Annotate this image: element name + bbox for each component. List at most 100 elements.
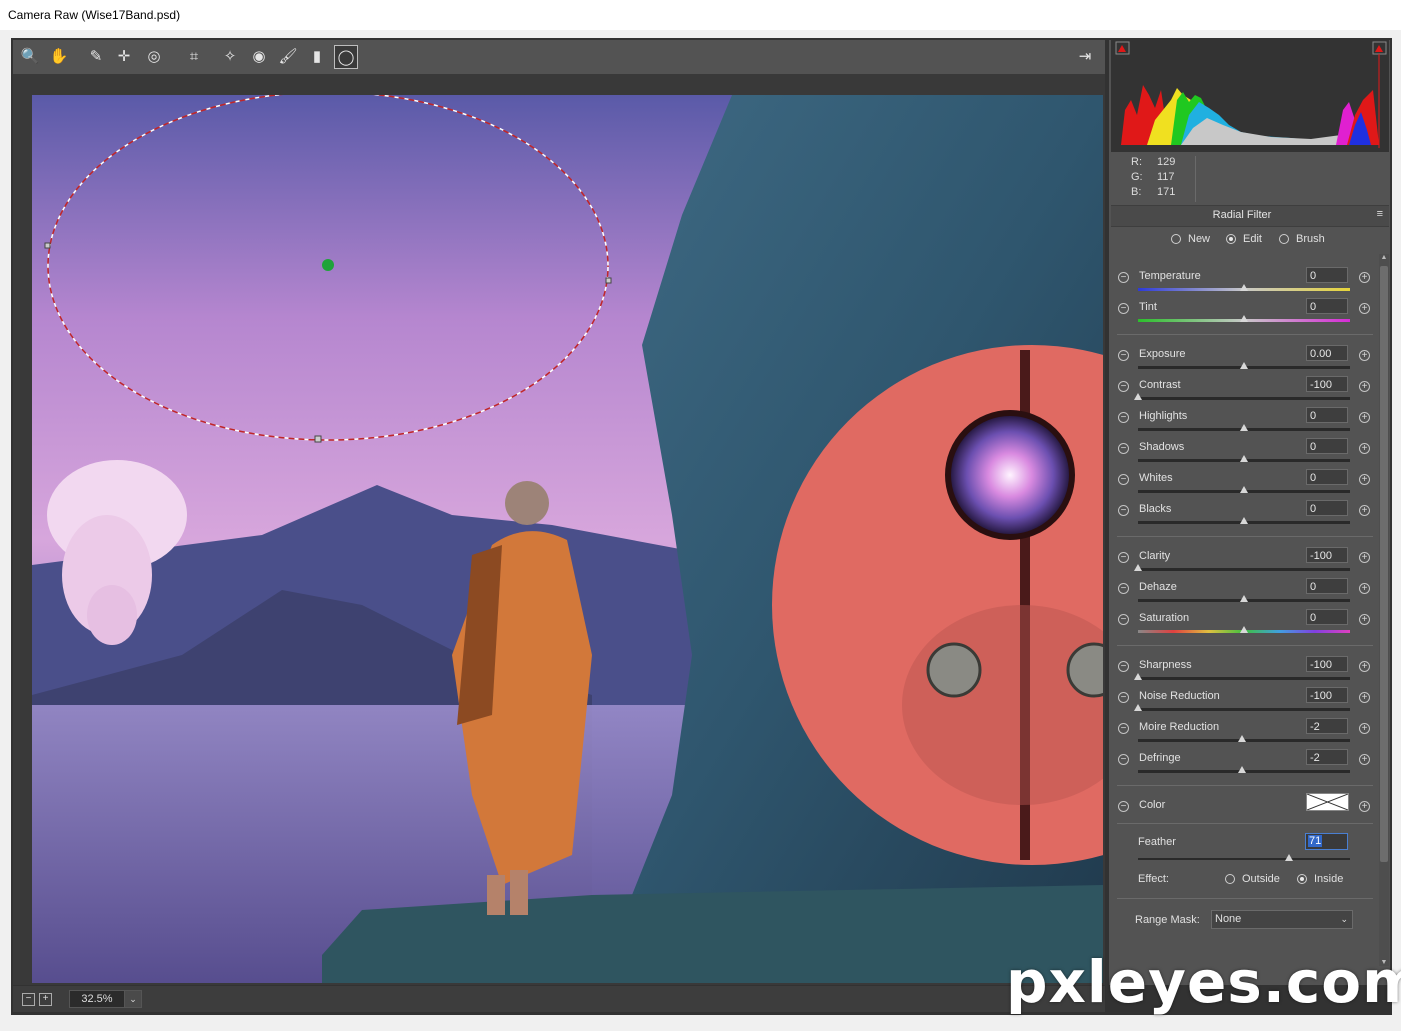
plus-icon[interactable]: + <box>1359 381 1370 392</box>
plus-icon[interactable]: + <box>1359 583 1370 594</box>
feather-slider-thumb[interactable] <box>1284 854 1293 861</box>
slider-value-field[interactable]: 0 <box>1306 500 1348 516</box>
zoom-in-button[interactable]: + <box>39 993 52 1006</box>
minus-icon[interactable]: − <box>1118 272 1129 283</box>
mode-brush-radio[interactable] <box>1279 234 1289 244</box>
plus-icon[interactable]: + <box>1359 505 1370 516</box>
scroll-up-icon[interactable]: ▲ <box>1379 254 1389 261</box>
plus-icon[interactable]: + <box>1359 272 1370 283</box>
mode-brush-label[interactable]: Brush <box>1296 233 1325 245</box>
export-icon[interactable]: ⇥ <box>1073 45 1097 69</box>
slider-thumb[interactable] <box>1134 704 1142 711</box>
feather-track[interactable] <box>1138 858 1350 860</box>
slider-thumb[interactable] <box>1134 393 1142 400</box>
color-sampler-tool-icon[interactable]: ✛ <box>112 45 136 69</box>
radial-filter-tool-icon[interactable]: ◯ <box>334 45 358 69</box>
slider-thumb[interactable] <box>1240 424 1248 431</box>
slider-value-field[interactable]: 0 <box>1306 298 1348 314</box>
graduated-filter-tool-icon[interactable]: ▮ <box>305 45 329 69</box>
slider-value-field[interactable]: -100 <box>1306 547 1348 563</box>
slider-value-field[interactable]: -100 <box>1306 687 1348 703</box>
slider-track[interactable] <box>1138 708 1350 711</box>
feather-input[interactable]: 71 <box>1305 833 1348 850</box>
mode-new-label[interactable]: New <box>1188 233 1210 245</box>
transform-tool-icon[interactable]: ⌗ <box>182 45 206 69</box>
slider-thumb[interactable] <box>1134 673 1142 680</box>
effect-outside-radio[interactable] <box>1225 874 1235 884</box>
effect-outside-label[interactable]: Outside <box>1242 873 1280 885</box>
minus-icon[interactable]: − <box>1118 614 1129 625</box>
minus-icon[interactable]: − <box>1118 381 1129 392</box>
minus-icon[interactable]: − <box>1118 723 1129 734</box>
minus-icon[interactable]: − <box>1118 443 1129 454</box>
panel-menu-icon[interactable]: ≡ <box>1377 208 1383 220</box>
plus-icon[interactable]: + <box>1359 350 1370 361</box>
panel-scrollbar[interactable]: ▲ ▼ <box>1379 254 1389 966</box>
minus-icon[interactable]: − <box>1118 754 1129 765</box>
plus-icon[interactable]: + <box>1359 692 1370 703</box>
minus-icon[interactable]: − <box>1118 505 1129 516</box>
slider-value-field[interactable]: 0.00 <box>1306 345 1348 361</box>
white-balance-tool-icon[interactable]: ✎ <box>84 45 108 69</box>
minus-icon[interactable]: − <box>1118 412 1129 423</box>
slider-thumb[interactable] <box>1237 735 1246 742</box>
color-minus-icon[interactable]: − <box>1118 801 1129 812</box>
color-plus-icon[interactable]: + <box>1359 801 1370 812</box>
minus-icon[interactable]: − <box>1118 350 1129 361</box>
mode-edit-label[interactable]: Edit <box>1243 233 1262 245</box>
plus-icon[interactable]: + <box>1359 412 1370 423</box>
slider-value-field[interactable]: -2 <box>1306 718 1348 734</box>
red-eye-tool-icon[interactable]: ◉ <box>247 45 271 69</box>
plus-icon[interactable]: + <box>1359 723 1370 734</box>
scrollbar-thumb[interactable] <box>1380 266 1388 862</box>
color-swatch[interactable] <box>1306 793 1349 811</box>
adjustment-brush-tool-icon[interactable]: 🖌 <box>276 45 300 69</box>
plus-icon[interactable]: + <box>1359 661 1370 672</box>
spot-removal-tool-icon[interactable]: ✧ <box>218 45 242 69</box>
slider-thumb[interactable] <box>1240 284 1248 291</box>
mode-edit-radio[interactable] <box>1226 234 1236 244</box>
slider-thumb[interactable] <box>1134 564 1142 571</box>
plus-icon[interactable]: + <box>1359 443 1370 454</box>
slider-value-field[interactable]: 0 <box>1306 438 1348 454</box>
slider-value-field[interactable]: 0 <box>1306 267 1348 283</box>
slider-track[interactable] <box>1138 397 1350 400</box>
minus-icon[interactable]: − <box>1118 474 1129 485</box>
slider-thumb[interactable] <box>1240 517 1248 524</box>
slider-track[interactable] <box>1138 677 1350 680</box>
hand-tool-icon[interactable]: ✋ <box>47 45 71 69</box>
minus-icon[interactable]: − <box>1118 583 1129 594</box>
effect-inside-label[interactable]: Inside <box>1314 873 1343 885</box>
slider-value-field[interactable]: -2 <box>1306 749 1348 765</box>
minus-icon[interactable]: − <box>1118 552 1129 563</box>
zoom-tool-icon[interactable]: 🔍 <box>18 45 42 69</box>
slider-thumb[interactable] <box>1240 626 1248 633</box>
slider-thumb[interactable] <box>1240 486 1248 493</box>
slider-value-field[interactable]: -100 <box>1306 376 1348 392</box>
plus-icon[interactable]: + <box>1359 754 1370 765</box>
zoom-dropdown-button[interactable]: ⌄ <box>124 990 142 1008</box>
slider-thumb[interactable] <box>1240 362 1248 369</box>
effect-inside-radio[interactable] <box>1297 874 1307 884</box>
plus-icon[interactable]: + <box>1359 474 1370 485</box>
slider-thumb[interactable] <box>1240 315 1248 322</box>
range-mask-select[interactable]: None ⌄ <box>1211 910 1353 929</box>
slider-value-field[interactable]: 0 <box>1306 578 1348 594</box>
preview-image[interactable] <box>32 95 1103 983</box>
plus-icon[interactable]: + <box>1359 303 1370 314</box>
slider-track[interactable] <box>1138 568 1350 571</box>
mode-new-radio[interactable] <box>1171 234 1181 244</box>
slider-value-field[interactable]: 0 <box>1306 609 1348 625</box>
zoom-level-field[interactable]: 32.5% <box>69 990 125 1008</box>
slider-thumb[interactable] <box>1240 595 1248 602</box>
slider-value-field[interactable]: 0 <box>1306 469 1348 485</box>
slider-thumb[interactable] <box>1237 766 1246 773</box>
slider-thumb[interactable] <box>1240 455 1248 462</box>
minus-icon[interactable]: − <box>1118 661 1129 672</box>
targeted-adjustment-tool-icon[interactable]: ◎ <box>142 45 166 69</box>
plus-icon[interactable]: + <box>1359 614 1370 625</box>
minus-icon[interactable]: − <box>1118 303 1129 314</box>
minus-icon[interactable]: − <box>1118 692 1129 703</box>
plus-icon[interactable]: + <box>1359 552 1370 563</box>
zoom-out-button[interactable]: − <box>22 993 35 1006</box>
